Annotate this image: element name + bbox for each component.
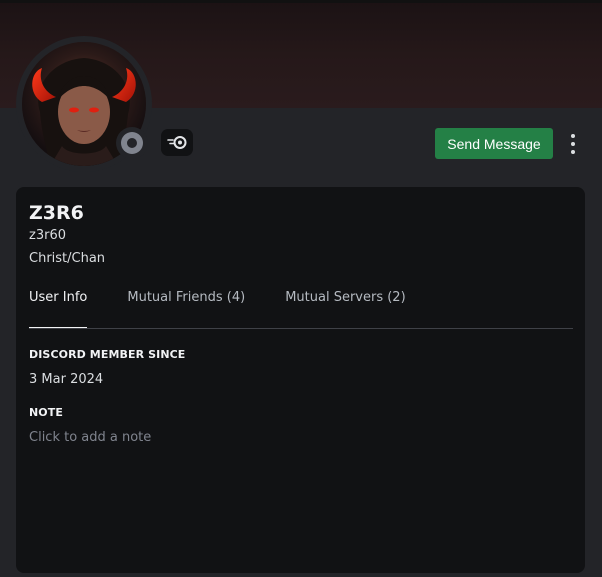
nitro-badge-icon[interactable] — [161, 129, 193, 156]
note-input[interactable]: Click to add a note — [29, 430, 559, 448]
avatar-frame — [16, 36, 152, 172]
profile-card: Z3R6 z3r60 Christ/Chan User Info Mutual … — [16, 187, 585, 573]
note-title: NOTE — [29, 406, 63, 419]
more-dot — [571, 142, 575, 146]
user-profile-popout: Send Message Z3R6 z3r60 Christ/Chan User… — [0, 0, 602, 577]
member-since-title: DISCORD MEMBER SINCE — [29, 348, 186, 361]
send-message-button[interactable]: Send Message — [435, 128, 553, 159]
tab-mutual-servers[interactable]: Mutual Servers (2) — [285, 290, 405, 318]
nitro-icon — [167, 136, 187, 149]
display-name: Z3R6 — [29, 202, 84, 224]
more-dot — [571, 150, 575, 154]
more-dot — [571, 134, 575, 138]
offline-status-icon — [121, 132, 143, 154]
banner-edge — [0, 0, 602, 3]
tab-mutual-friends[interactable]: Mutual Friends (4) — [127, 290, 245, 318]
tab-user-info[interactable]: User Info — [29, 290, 88, 329]
profile-tabs: User Info Mutual Friends (4) Mutual Serv… — [29, 290, 446, 329]
tabs-divider — [29, 328, 573, 329]
more-vertical-icon[interactable] — [563, 130, 583, 158]
status-indicator — [116, 127, 148, 159]
username: z3r60 — [29, 228, 66, 243]
member-since-date: 3 Mar 2024 — [29, 372, 104, 387]
pronouns: Christ/Chan — [29, 251, 106, 266]
